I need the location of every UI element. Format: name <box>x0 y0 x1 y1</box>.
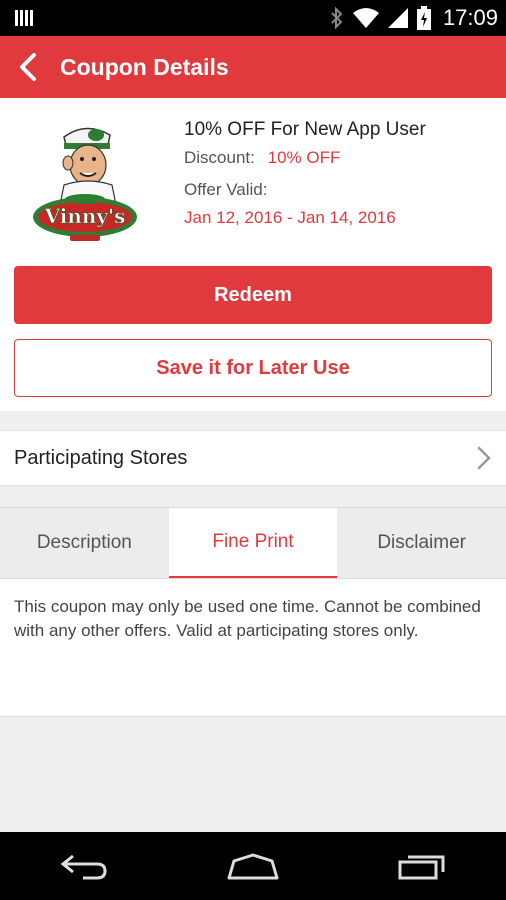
nav-home-button[interactable] <box>223 846 283 886</box>
app-bar: Coupon Details <box>0 36 506 98</box>
chevron-left-icon <box>20 53 36 81</box>
tab-content-text: This coupon may only be used one time. C… <box>0 579 506 717</box>
back-arrow-icon <box>60 854 107 880</box>
back-button[interactable] <box>0 36 56 98</box>
battery-icon <box>416 6 431 30</box>
discount-label: Discount: <box>184 148 255 167</box>
coupon-info: Discount: 10% OFF Offer Valid: Jan 12, 2… <box>184 146 396 234</box>
svg-text:Vinny's: Vinny's <box>44 204 126 228</box>
chevron-right-icon <box>477 446 491 470</box>
redeem-button[interactable]: Redeem <box>14 266 492 324</box>
vinnys-logo: Vinny's <box>33 127 137 241</box>
participating-stores-label: Participating Stores <box>14 446 188 469</box>
participating-stores-row[interactable]: Participating Stores <box>0 430 506 486</box>
clock-time: 17:09 <box>442 5 498 30</box>
nav-back-button[interactable] <box>54 846 114 886</box>
tab-fine-print[interactable]: Fine Print <box>168 508 338 578</box>
tab-description[interactable]: Description <box>0 508 169 578</box>
offer-valid-label: Offer Valid: <box>184 180 268 199</box>
wifi-icon <box>352 8 379 28</box>
offer-valid-dates: Jan 12, 2016 - Jan 14, 2016 <box>184 208 396 227</box>
discount-value: 10% OFF <box>267 148 341 167</box>
coupon-title: 10% OFF For New App User <box>184 119 426 140</box>
tab-disclaimer[interactable]: Disclaimer <box>337 508 506 578</box>
tab-bar: Description Fine Print Disclaimer <box>0 507 506 579</box>
system-nav-bar <box>0 832 506 900</box>
signal-icon <box>387 8 408 28</box>
status-bar: 17:09 <box>0 0 506 36</box>
nav-recents-button[interactable] <box>392 846 452 886</box>
bars-icon <box>15 10 33 26</box>
recents-icon <box>398 855 445 880</box>
save-for-later-button[interactable]: Save it for Later Use <box>14 339 492 397</box>
home-icon <box>227 853 279 880</box>
page-title: Coupon Details <box>60 53 229 80</box>
coupon-card: Vinny's 10% OFF For New App User Discoun… <box>0 98 506 411</box>
bluetooth-icon <box>331 7 343 29</box>
